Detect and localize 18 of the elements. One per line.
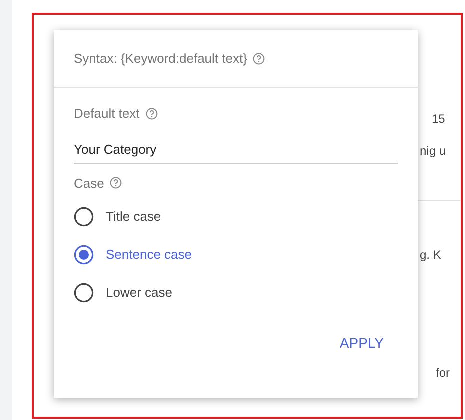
field-label: Default text (74, 105, 140, 123)
background-text: nig u (420, 143, 446, 160)
background-text: 15 (432, 111, 446, 128)
background-text: for (436, 365, 450, 382)
radio-button[interactable] (74, 283, 94, 303)
field-label: Case (74, 174, 104, 192)
radio-button[interactable] (74, 207, 94, 227)
radio-label: Title case (106, 208, 162, 226)
default-text-field[interactable]: Your Category (74, 136, 398, 164)
syntax-label: Syntax: {Keyword:default text} (74, 50, 248, 68)
radio-button[interactable] (74, 245, 94, 265)
radio-label: Lower case (106, 284, 172, 302)
help-icon (110, 177, 122, 190)
apply-button[interactable]: APPLY (336, 329, 388, 358)
help-icon (146, 108, 158, 120)
radio-label: Sentence case (106, 246, 192, 264)
help-icon (253, 52, 266, 64)
background-text: g. K (420, 247, 442, 264)
